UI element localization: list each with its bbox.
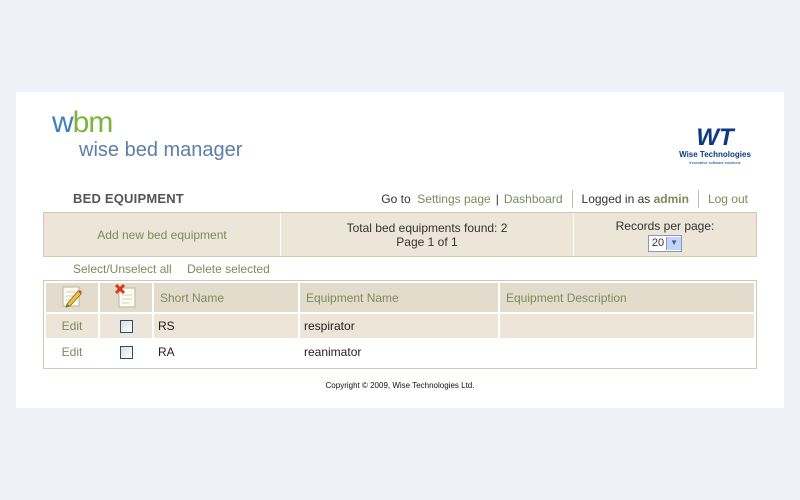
- wise-technologies-logo: WT Wise Technologies Innovative software…: [670, 126, 760, 168]
- top-navigation: Go to Settings page | Dashboard Logged i…: [381, 190, 748, 208]
- row-checkbox[interactable]: [119, 320, 133, 334]
- wbm-logo-mark: wbm: [52, 106, 113, 139]
- short-name-cell: RS: [154, 314, 298, 338]
- table-header-row: Short Name Equipment Name Equipment Desc…: [46, 283, 754, 312]
- equipment-description-cell: [500, 314, 754, 338]
- equipment-name-cell: respirator: [300, 314, 498, 338]
- logout-link[interactable]: Log out: [708, 192, 748, 206]
- equipment-table: Short Name Equipment Name Equipment Desc…: [43, 280, 757, 369]
- page-container: wbm wise bed manager WT Wise Technologie…: [16, 92, 784, 408]
- records-per-page-value: 20: [651, 237, 665, 249]
- wt-logo-tagline: Innovative software solutions: [689, 160, 741, 165]
- nav-divider: [697, 190, 699, 208]
- logged-in-label: Logged in as: [581, 192, 651, 206]
- wbm-logo: wbm wise bed manager: [52, 108, 252, 164]
- delete-column-header: [100, 283, 152, 312]
- bulk-actions: Select/Unselect all Delete selected: [73, 262, 282, 276]
- row-checkbox[interactable]: [119, 346, 133, 360]
- app-name: wise bed manager: [79, 139, 243, 161]
- wt-logo-name: Wise Technologies: [679, 150, 751, 159]
- total-count-text: Total bed equipments found: 2: [346, 220, 508, 235]
- equipment-description-cell: [500, 340, 754, 364]
- edit-cell: Edit: [46, 314, 98, 338]
- nav-divider: [571, 190, 573, 208]
- page-indicator: Page 1 of 1: [396, 234, 458, 249]
- nav-separator: |: [495, 192, 499, 206]
- pencil-note-icon: [62, 286, 82, 308]
- delete-note-icon: [114, 283, 136, 308]
- copyright-footer: Copyright © 2009, Wise Technologies Ltd.: [325, 381, 475, 390]
- short-name-cell: RA: [158, 345, 175, 359]
- chevron-down-icon[interactable]: ▼: [666, 236, 682, 250]
- equipment-name-cell: reanimator: [304, 345, 362, 359]
- records-per-page-select[interactable]: 20 ▼: [647, 234, 683, 252]
- summary-panel: Add new bed equipment Total bed equipmen…: [43, 212, 757, 257]
- select-unselect-all-link[interactable]: Select/Unselect all: [73, 262, 172, 276]
- records-per-page-label: Records per page:: [615, 218, 715, 233]
- table-row: Edit RA reanimator: [46, 340, 754, 364]
- delete-selected-link[interactable]: Delete selected: [187, 262, 270, 276]
- edit-cell: Edit: [46, 340, 98, 364]
- settings-page-link[interactable]: Settings page: [417, 192, 490, 206]
- records-per-page-cell: Records per page: 20 ▼: [574, 213, 756, 256]
- current-user: admin: [653, 192, 689, 206]
- select-cell: [100, 314, 152, 338]
- equipment-description-header[interactable]: Equipment Description: [500, 283, 754, 312]
- edit-link[interactable]: Edit: [62, 345, 83, 359]
- wt-logo-mark: WT: [696, 124, 734, 151]
- edit-column-header: [46, 283, 98, 312]
- add-cell: Add new bed equipment: [44, 213, 281, 256]
- add-bed-equipment-link[interactable]: Add new bed equipment: [97, 228, 226, 242]
- short-name-header[interactable]: Short Name: [154, 283, 298, 312]
- dashboard-link[interactable]: Dashboard: [504, 192, 563, 206]
- equipment-name-header[interactable]: Equipment Name: [300, 283, 498, 312]
- table-row: Edit RS respirator: [46, 314, 754, 338]
- goto-label: Go to: [381, 192, 411, 206]
- select-cell: [100, 340, 152, 364]
- edit-link[interactable]: Edit: [62, 319, 83, 333]
- page-title: BED EQUIPMENT: [73, 191, 184, 206]
- totals-cell: Total bed equipments found: 2 Page 1 of …: [281, 213, 574, 256]
